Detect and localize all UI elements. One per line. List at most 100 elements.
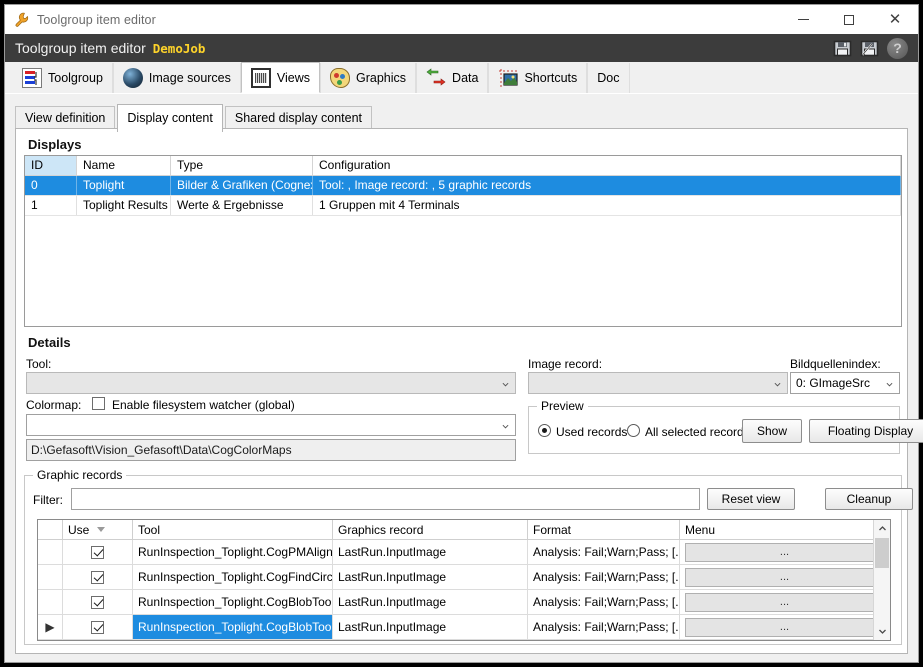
sub-tabstrip: View definition Display content Shared d…	[15, 104, 374, 132]
filter-input[interactable]	[71, 488, 700, 510]
sub-tab-view-definition[interactable]: View definition	[15, 106, 116, 130]
displays-cell-name: Toplight Results	[77, 196, 171, 215]
graphic-records-legend: Graphic records	[33, 468, 127, 482]
displays-column-name[interactable]: Name	[77, 156, 171, 175]
use-checkbox-cell[interactable]	[63, 565, 133, 589]
menu-ellipsis-button[interactable]: ...	[685, 567, 884, 587]
graphic-records-column-menu[interactable]: Menu	[680, 520, 890, 539]
menu-cell[interactable]: ...	[680, 615, 890, 639]
menu-ellipsis-button[interactable]: ...	[685, 592, 884, 612]
toolbar-tab-label: Views	[276, 70, 311, 85]
image-record-combobox[interactable]	[528, 372, 788, 394]
wrench-icon	[14, 12, 30, 28]
use-checkbox-cell[interactable]	[63, 590, 133, 614]
floating-display-button[interactable]: Floating Display	[809, 419, 923, 443]
use-checkbox[interactable]	[91, 595, 104, 609]
displays-column-id[interactable]: ID	[25, 156, 77, 175]
graphic-records-scrollbar[interactable]	[873, 520, 890, 640]
displays-cell-configuration: Tool: , Image record: , 5 graphic record…	[313, 176, 901, 195]
colormap-path-field[interactable]: D:\Gefasoft\Vision_Gefasoft\Data\CogColo…	[26, 439, 516, 461]
image-sources-icon	[122, 68, 143, 88]
table-row[interactable]: 0 Toplight Bilder & Grafiken (Cognex) To…	[25, 176, 901, 196]
radio-used-records[interactable]	[538, 424, 551, 437]
displays-grid[interactable]: ID Name Type Configuration 0 Toplight Bi…	[24, 155, 902, 327]
graphic-records-column-format[interactable]: Format	[528, 520, 680, 539]
filesystem-watcher-checkbox[interactable]	[92, 397, 105, 410]
use-checkbox[interactable]	[91, 545, 104, 559]
menu-cell[interactable]: ...	[680, 565, 890, 589]
sort-descending-icon	[97, 527, 106, 532]
tool-combobox[interactable]	[26, 372, 516, 394]
graphic-records-grid[interactable]: Use Tool Graphics record Format Menu Run…	[37, 519, 891, 641]
graphic-records-column-use-label: Use	[68, 522, 90, 537]
format-cell: Analysis: Fail;Warn;Pass; [...	[528, 565, 680, 589]
toolbar-tab-graphics[interactable]: Graphics	[320, 63, 417, 93]
use-checkbox-cell[interactable]	[63, 615, 133, 639]
show-button[interactable]: Show	[742, 419, 802, 443]
preview-groupbox: Preview Used records All selected record…	[528, 399, 923, 454]
table-row[interactable]: ▶ RunInspection_Toplight.CogBlobTool_I..…	[38, 615, 890, 640]
table-row[interactable]: RunInspection_Toplight.CogPMAlignT... La…	[38, 540, 890, 565]
table-row[interactable]: RunInspection_Toplight.CogFindCircle... …	[38, 565, 890, 590]
scroll-up-button[interactable]	[874, 520, 890, 537]
use-checkbox[interactable]	[91, 570, 104, 584]
graphics-icon	[330, 68, 351, 88]
graphic-records-column-tool[interactable]: Tool	[133, 520, 333, 539]
filter-label: Filter:	[33, 493, 63, 507]
radio-all-selected-records[interactable]	[627, 424, 640, 437]
displays-cell-type: Bilder & Grafiken (Cognex)	[171, 176, 313, 195]
format-cell: Analysis: Fail;Warn;Pass; [...	[528, 540, 680, 564]
menu-ellipsis-button[interactable]: ...	[685, 617, 884, 637]
cleanup-button[interactable]: Cleanup	[825, 488, 913, 510]
displays-cell-id: 0	[25, 176, 77, 195]
use-checkbox[interactable]	[91, 620, 104, 634]
toolbar-tab-doc[interactable]: Doc	[587, 63, 630, 93]
window-title: Toolgroup item editor	[37, 12, 156, 27]
views-icon	[250, 67, 271, 88]
table-row[interactable]: 1 Toplight Results Werte & Ergebnisse 1 …	[25, 196, 901, 216]
save-as-icon[interactable]	[860, 39, 879, 58]
maximize-icon	[844, 14, 854, 25]
tool-cell: RunInspection_Toplight.CogPMAlignT...	[133, 540, 333, 564]
bildquellenindex-combobox[interactable]: 0: GImageSrc	[790, 372, 900, 394]
page-body: View definition Display content Shared d…	[5, 94, 923, 662]
displays-column-type[interactable]: Type	[171, 156, 313, 175]
toolbar-tab-shortcuts[interactable]: Shortcuts	[488, 63, 588, 93]
displays-cell-configuration: 1 Gruppen mit 4 Terminals	[313, 196, 901, 215]
scroll-down-button[interactable]	[874, 623, 890, 640]
graphics-record-cell: LastRun.InputImage	[333, 615, 528, 639]
sub-tab-shared-display-content[interactable]: Shared display content	[224, 106, 373, 130]
use-checkbox-cell[interactable]	[63, 540, 133, 564]
menu-cell[interactable]: ...	[680, 540, 890, 564]
table-row[interactable]: RunInspection_Toplight.CogBlobTool_I... …	[38, 590, 890, 615]
help-icon[interactable]: ?	[887, 37, 908, 59]
chevron-down-icon	[774, 382, 781, 387]
graphic-records-column-use[interactable]: Use	[63, 520, 133, 539]
colormap-combobox[interactable]	[26, 414, 516, 436]
row-marker	[38, 590, 63, 614]
toolbar-tab-views[interactable]: Views	[240, 62, 321, 93]
tool-cell: RunInspection_Toplight.CogBlobTool_I...	[133, 590, 333, 614]
toolbar-tab-label: Shortcuts	[524, 71, 578, 85]
close-button[interactable]: ✕	[872, 5, 918, 34]
reset-view-button[interactable]: Reset view	[707, 488, 795, 510]
toolbar-tab-image-sources[interactable]: Image sources	[112, 63, 241, 93]
colormap-label: Colormap:	[26, 398, 82, 412]
menu-cell[interactable]: ...	[680, 590, 890, 614]
toolbar-tab-data[interactable]: Data	[416, 63, 489, 93]
app-header: Toolgroup item editor DemoJob ?	[5, 34, 918, 62]
format-cell: Analysis: Fail;Warn;Pass; [...	[528, 590, 680, 614]
menu-ellipsis-button[interactable]: ...	[685, 542, 884, 562]
toolbar-tab-toolgroup[interactable]: Toolgroup	[13, 63, 113, 93]
minimize-button[interactable]	[780, 5, 826, 34]
main-toolbar: Toolgroup Image sources Views Graphics D…	[5, 62, 918, 94]
graphics-record-cell: LastRun.InputImage	[333, 590, 528, 614]
graphic-records-column-graphics-record[interactable]: Graphics record	[333, 520, 528, 539]
sub-tab-display-content[interactable]: Display content	[117, 104, 223, 132]
scrollbar-thumb[interactable]	[875, 538, 889, 568]
tool-cell: RunInspection_Toplight.CogFindCircle...	[133, 565, 333, 589]
displays-column-configuration[interactable]: Configuration	[313, 156, 901, 175]
maximize-button[interactable]	[826, 5, 872, 34]
save-icon[interactable]	[833, 39, 852, 58]
main-window: Toolgroup item editor ✕ Toolgroup item e…	[4, 4, 923, 663]
